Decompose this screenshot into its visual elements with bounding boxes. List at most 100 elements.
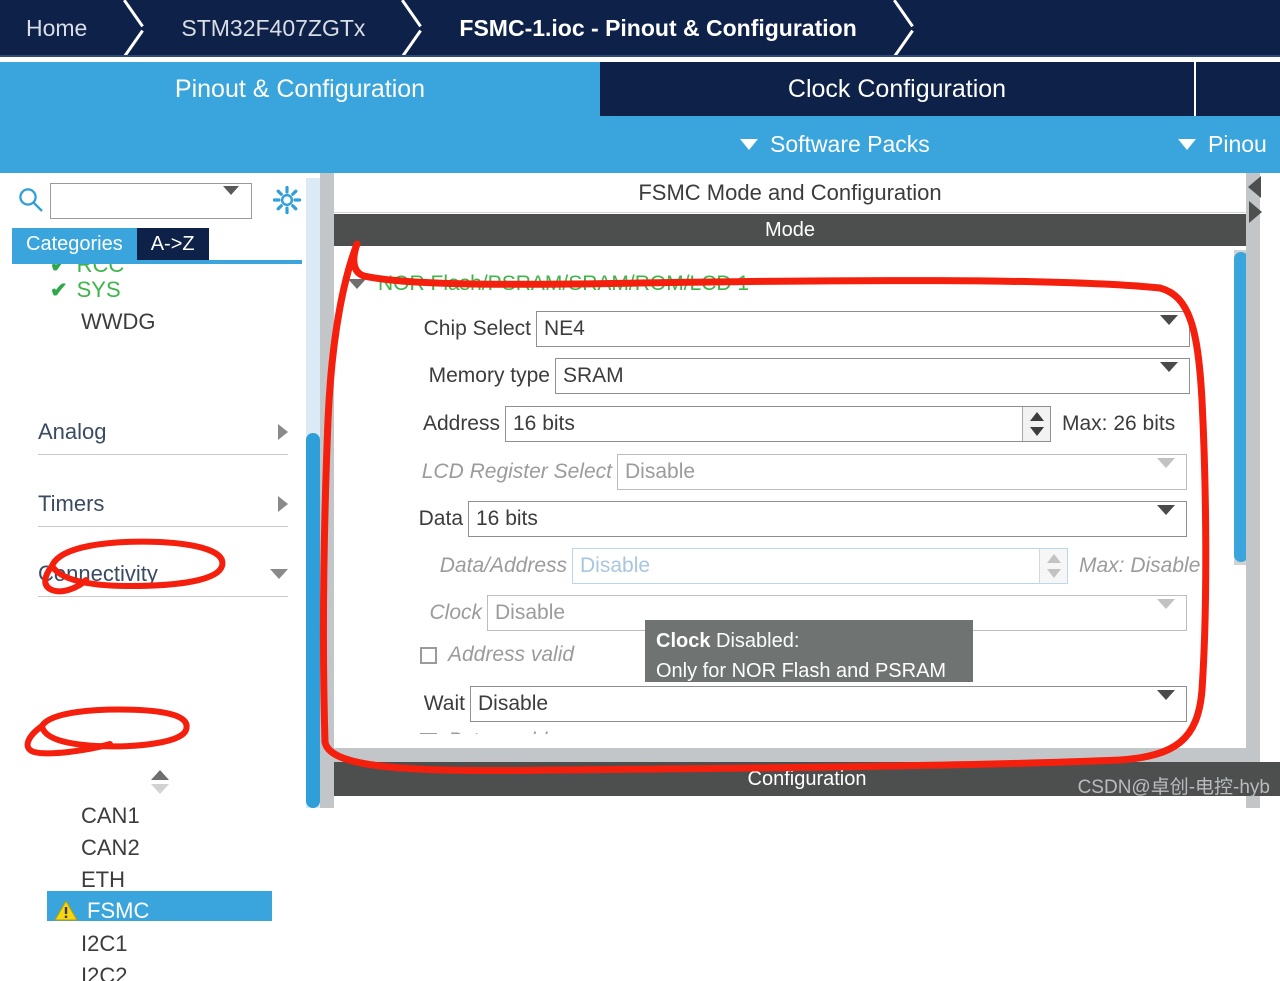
sidebar-group-connectivity[interactable]: Connectivity [38,551,288,597]
mode-group-label: NOR Flash/PSRAM/SRAM/ROM/LCD 1 [378,272,750,295]
expand-right-icon[interactable] [1249,201,1262,223]
field-label: LCD Register Select [421,460,612,483]
breadcrumb-item-device[interactable]: STM32F407ZGTx [155,0,387,57]
sidebar-group-analog[interactable]: Analog [38,409,288,455]
chevron-down-icon [348,279,366,289]
field-label: Data [418,507,463,530]
wait-dropdown[interactable]: Disable [470,686,1187,722]
field-label: Wait [423,692,465,715]
mode-group-header[interactable]: NOR Flash/PSRAM/SRAM/ROM/LCD 1 [348,272,749,296]
checkbox-label: Address valid [448,643,575,666]
list-item-label: I2C2 [81,963,128,981]
data-dropdown[interactable]: 16 bits [468,501,1187,537]
checkbox-byte-enable: Byte enable [420,729,559,734]
address-spinner[interactable]: 16 bits [505,406,1051,442]
breadcrumb-item-home[interactable]: Home [0,0,109,57]
breadcrumb-item-file[interactable]: FSMC-1.ioc - Pinout & Configuration [433,0,878,57]
tab-a-to-z[interactable]: A->Z [136,228,209,260]
tab-label: A->Z [150,232,195,255]
breadcrumb-separator-icon [879,0,925,57]
list-item-can1[interactable]: CAN1 [81,803,140,829]
breadcrumb-label: FSMC-1.ioc - Pinout & Configuration [459,15,857,41]
software-packs-menu[interactable]: Software Packs [740,116,930,173]
field-value: 16 bits [513,412,575,435]
tree-item-wwdg[interactable]: WWDG [81,309,156,335]
tooltip-clock-disabled: Clock Disabled: Only for NOR Flash and P… [645,620,973,682]
connectivity-list: CAN1 CAN2 ETH FSMC I2C1 I2C2 [12,621,290,981]
chevron-down-icon [270,568,288,579]
right-splitter[interactable] [1246,173,1260,808]
list-item-fsmc[interactable]: FSMC [54,898,149,924]
checkbox-box [420,646,437,664]
sidebar-group-timers[interactable]: Timers [38,481,288,527]
mode-label: Mode [764,218,816,241]
breadcrumb-separator-icon [109,0,155,57]
collapse-left-icon[interactable] [1248,176,1261,198]
breadcrumb-underline [0,55,1280,57]
group-label: Connectivity [38,560,158,586]
list-item-label: FSMC [87,898,150,923]
pinout-menu[interactable]: Pinou [1178,116,1267,173]
warning-icon [54,900,78,921]
pinout-menu-label: Pinou [1208,131,1267,157]
chevron-down-icon [1157,458,1175,486]
chevron-down-icon [1157,690,1175,718]
memory-type-dropdown[interactable]: SRAM [555,358,1190,394]
search-icon[interactable] [18,187,44,213]
tab-clock-configuration[interactable]: Clock Configuration [600,62,1194,116]
chevron-down-icon [1157,599,1175,627]
field-value: SRAM [563,364,624,387]
field-value: Disable [625,460,696,483]
checkbox-box [420,732,437,734]
main-tabbar: Pinout & Configuration Clock Configurati… [0,62,1280,116]
chevron-down-icon [1178,139,1196,150]
spinner-buttons [1039,549,1067,583]
tab-label: Clock Configuration [787,74,1007,103]
breadcrumb-label: Home [26,15,88,41]
list-item-label: ETH [81,867,125,892]
list-item-i2c1[interactable]: I2C1 [81,931,127,957]
field-chip-select: Chip Select NE4 [412,311,1190,347]
search-input[interactable] [50,183,252,219]
list-item-i2c2[interactable]: I2C2 [81,963,127,981]
breadcrumb-label: STM32F407ZGTx [181,15,366,41]
field-lcd-register-select: LCD Register Select Disable [412,454,1187,490]
tree-item-label: SYS [76,277,121,302]
tab-pinout-configuration[interactable]: Pinout & Configuration [0,62,600,116]
gear-icon[interactable] [272,185,302,215]
check-icon: ✔ [50,264,68,277]
tab-label: Pinout & Configuration [174,74,426,103]
chevron-down-icon[interactable] [223,186,239,213]
config-header-label: FSMC Mode and Configuration [638,179,942,205]
field-value: 16 bits [476,507,538,530]
field-memory-type: Memory type SRAM [412,358,1190,394]
tree-item-sys[interactable]: ✔ SYS [50,277,121,303]
search-row [0,178,302,220]
tab-next-clipped[interactable] [1196,62,1280,116]
chip-select-dropdown[interactable]: NE4 [536,311,1190,347]
component-sidebar: Categories A->Z ✔ RCC ✔ SYS WWDG Analog … [0,173,302,981]
configuration-label: Configuration [747,767,867,790]
sidebar-splitter[interactable] [320,173,334,808]
chevron-down-icon [1160,362,1178,390]
list-item-label: CAN1 [81,803,140,828]
field-label: Memory type [428,364,550,387]
chevron-right-icon [278,423,288,440]
secondary-toolbar: Software Packs Pinou [0,116,1280,173]
field-value: Disable [478,692,549,715]
group-label: Analog [38,418,107,444]
field-data: Data 16 bits [412,501,1187,537]
tree-item-label: RCC [76,264,125,277]
tab-categories[interactable]: Categories [12,228,137,260]
spinner-buttons[interactable] [1022,407,1050,441]
tree-item-rcc[interactable]: ✔ RCC [50,264,124,278]
list-item-eth[interactable]: ETH [81,867,125,893]
field-data-address: Data/Address Disable Max: Disable [412,548,1200,584]
list-item-can2[interactable]: CAN2 [81,835,140,861]
list-item-label: I2C1 [81,931,128,956]
config-panel-title: FSMC Mode and Configuration [334,173,1246,213]
data-address-spinner: Disable [572,548,1068,584]
mode-section-header: Mode [334,214,1246,246]
tooltip-bold: Clock [656,630,711,652]
sidebar-scrollbar-thumb[interactable] [306,433,320,808]
